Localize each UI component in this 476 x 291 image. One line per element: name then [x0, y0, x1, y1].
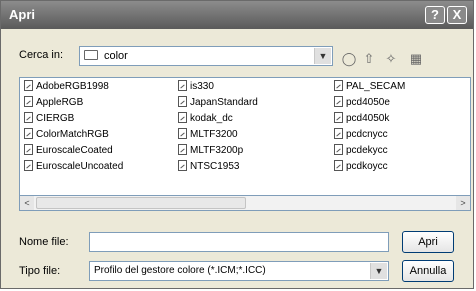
list-item[interactable]: CIERGB	[24, 112, 74, 126]
scrollbar-thumb[interactable]	[36, 197, 246, 209]
close-button[interactable]: X	[447, 6, 467, 24]
list-item[interactable]: MLTF3200p	[178, 144, 243, 158]
list-item[interactable]: pcd4050k	[334, 112, 389, 126]
folder-icon	[84, 50, 98, 60]
file-icon	[24, 144, 33, 155]
chevron-down-icon[interactable]: ▼	[314, 48, 331, 64]
list-item[interactable]: is330	[178, 80, 214, 94]
horizontal-scrollbar[interactable]: < >	[19, 195, 471, 211]
filetype-dropdown[interactable]: Profilo del gestore colore (*.ICM;*.ICC)…	[89, 261, 389, 281]
list-item[interactable]: EuroscaleCoated	[24, 144, 113, 158]
filetype-value: Profilo del gestore colore (*.ICM;*.ICC)	[94, 265, 266, 276]
lookin-value: color	[104, 50, 128, 62]
file-icon	[24, 160, 33, 171]
file-icon	[178, 80, 187, 91]
file-icon	[334, 128, 343, 139]
filetype-label: Tipo file:	[19, 265, 61, 277]
scroll-right-button[interactable]: >	[456, 196, 470, 210]
file-list[interactable]: AdobeRGB1998 AppleRGB CIERGB ColorMatchR…	[19, 77, 471, 211]
list-item[interactable]: pcdkoycc	[334, 160, 388, 174]
cancel-button[interactable]: Annulla	[402, 260, 454, 282]
lookin-label: Cerca in:	[19, 49, 64, 61]
list-item[interactable]: AppleRGB	[24, 96, 83, 110]
file-icon	[178, 160, 187, 171]
file-icon	[24, 112, 33, 123]
filename-label: Nome file:	[19, 236, 69, 248]
file-icon	[24, 96, 33, 107]
filename-input[interactable]	[89, 232, 389, 252]
chevron-down-icon[interactable]: ▼	[370, 263, 387, 279]
scroll-left-button[interactable]: <	[20, 196, 34, 210]
list-item[interactable]: AdobeRGB1998	[24, 80, 109, 94]
file-icon	[24, 80, 33, 91]
file-icon	[178, 96, 187, 107]
open-button[interactable]: Apri	[402, 231, 454, 253]
file-icon	[334, 160, 343, 171]
list-item[interactable]: JapanStandard	[178, 96, 258, 110]
list-item[interactable]: PAL_SECAM	[334, 80, 405, 94]
list-item[interactable]: NTSC1953	[178, 160, 239, 174]
list-item[interactable]: MLTF3200	[178, 128, 238, 142]
help-button[interactable]: ?	[425, 6, 445, 24]
list-item[interactable]: ColorMatchRGB	[24, 128, 109, 142]
new-folder-icon[interactable]: ✧	[383, 51, 399, 67]
up-folder-icon[interactable]: ⇧	[361, 51, 377, 67]
list-item[interactable]: pcd4050e	[334, 96, 390, 110]
list-item[interactable]: EuroscaleUncoated	[24, 160, 123, 174]
file-icon	[178, 128, 187, 139]
list-item[interactable]: pcdekycc	[334, 144, 388, 158]
file-icon	[334, 112, 343, 123]
lookin-dropdown[interactable]: color ▼	[79, 46, 333, 66]
view-menu-icon[interactable]: ▦	[405, 51, 427, 67]
file-icon	[334, 80, 343, 91]
title-bar: Apri ? X	[1, 1, 473, 29]
back-icon[interactable]: ◯	[341, 51, 357, 67]
file-icon	[178, 112, 187, 123]
list-item[interactable]: pcdcnycc	[334, 128, 388, 142]
file-icon	[334, 144, 343, 155]
list-item[interactable]: kodak_dc	[178, 112, 233, 126]
file-icon	[178, 144, 187, 155]
file-icon	[334, 96, 343, 107]
open-dialog: Apri ? X Cerca in: color ▼ ◯ ⇧ ✧ ▦ Adobe…	[0, 0, 474, 289]
file-icon	[24, 128, 33, 139]
dialog-title: Apri	[9, 7, 35, 22]
